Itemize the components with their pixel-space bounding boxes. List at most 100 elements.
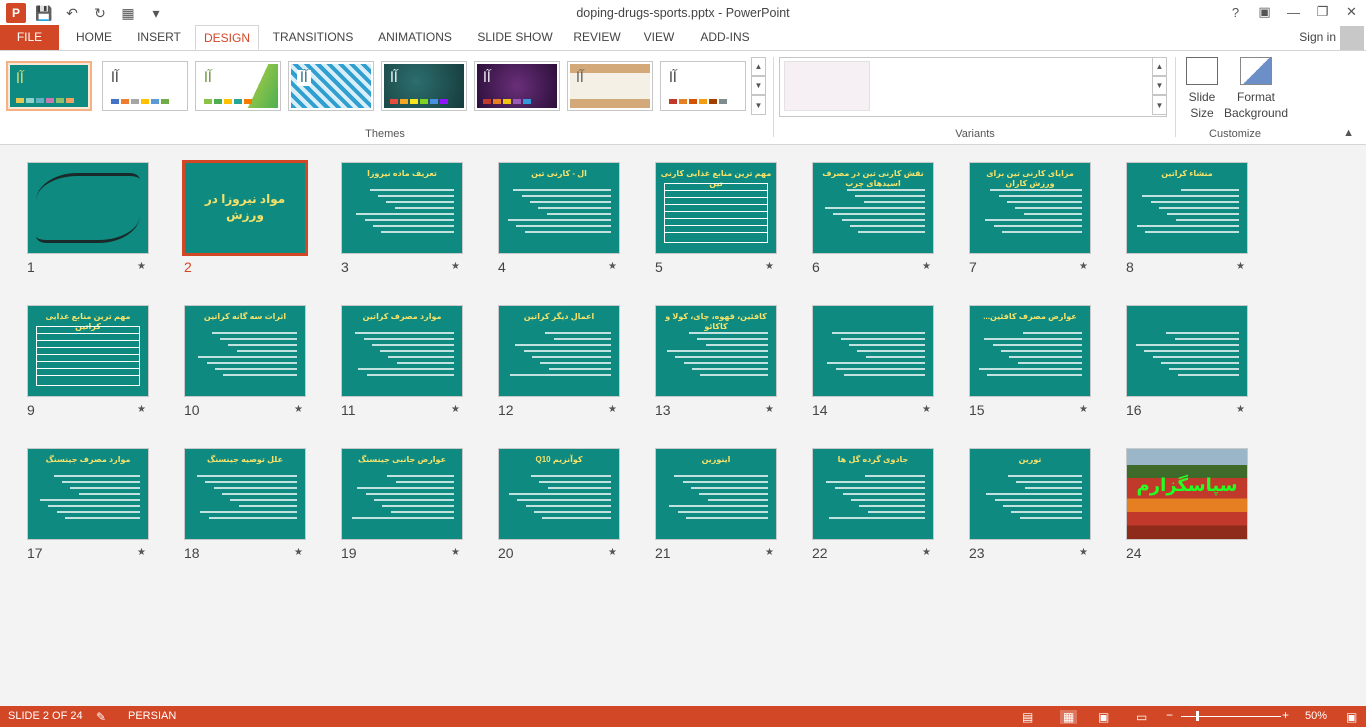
animation-star-icon[interactable]: ★	[294, 547, 303, 558]
slide-thumbnail[interactable]: مهم ترین منابع غذایی کراتین	[27, 305, 149, 397]
tab-transitions[interactable]: TRANSITIONS	[268, 25, 358, 50]
restore-icon[interactable]: ❐	[1308, 0, 1337, 24]
tab-animations[interactable]: ANIMATIONS	[370, 25, 460, 50]
animation-star-icon[interactable]: ★	[922, 404, 931, 415]
slide-thumbnail[interactable]: مزایای کارنی تین برای ورزش کاران	[969, 162, 1091, 254]
animation-star-icon[interactable]: ★	[765, 547, 774, 558]
slide-thumbnail[interactable]: موارد مصرف کراتین	[341, 305, 463, 397]
slide-thumbnail[interactable]: تعریف ماده نیروزا	[341, 162, 463, 254]
slide-thumbnail[interactable]: موارد مصرف جینسنگ	[27, 448, 149, 540]
slide-thumbnail[interactable]	[812, 305, 934, 397]
animation-star-icon[interactable]: ★	[1079, 404, 1088, 415]
animation-star-icon[interactable]: ★	[608, 547, 617, 558]
slide-thumbnail[interactable]: جادوی گرده گل ها	[812, 448, 934, 540]
slide-thumbnail[interactable]: مهم ترین منابع غذایی کارنی تین	[655, 162, 777, 254]
theme-thumb-6[interactable]: آا	[474, 61, 560, 111]
theme-thumb-3[interactable]: آا	[195, 61, 281, 111]
animation-star-icon[interactable]: ★	[765, 261, 774, 272]
help-icon[interactable]: ?	[1221, 0, 1250, 24]
sign-in-link[interactable]: Sign in	[1299, 30, 1336, 44]
slide-thumbnail[interactable]: کوآنزیم Q10	[498, 448, 620, 540]
slide-thumbnail[interactable]: سپاسگزارم	[1126, 448, 1248, 540]
animation-star-icon[interactable]: ★	[608, 404, 617, 415]
animation-star-icon[interactable]: ★	[765, 404, 774, 415]
slide-thumbnail[interactable]: عوارض مصرف کافئین...	[969, 305, 1091, 397]
slide-size-icon	[1186, 57, 1218, 85]
tab-design[interactable]: DESIGN	[195, 25, 259, 50]
tab-add-ins[interactable]: ADD-INS	[693, 25, 757, 50]
tab-view[interactable]: VIEW	[637, 25, 681, 50]
slide-thumbnail[interactable]: ال - کارنی تین	[498, 162, 620, 254]
avatar[interactable]	[1340, 26, 1364, 50]
animation-star-icon[interactable]: ★	[294, 404, 303, 415]
theme-sample-text: آا	[669, 70, 677, 86]
close-icon[interactable]: ✕	[1337, 0, 1366, 24]
tab-insert[interactable]: INSERT	[132, 25, 186, 50]
themes-scroll-up[interactable]: ▲	[751, 57, 766, 76]
slide-thumbnail[interactable]: نقش کارنی تین در مصرف اسیدهای چرب	[812, 162, 934, 254]
variants-more-button[interactable]: ▼	[1152, 95, 1167, 115]
slide-thumbnail[interactable]: کافئین، قهوه، چای، کولا و کاکائو	[655, 305, 777, 397]
slide-thumbnail[interactable]: تورین	[969, 448, 1091, 540]
slide-size-button[interactable]: Slide Size	[1183, 57, 1221, 121]
animation-star-icon[interactable]: ★	[922, 547, 931, 558]
animation-star-icon[interactable]: ★	[137, 547, 146, 558]
theme-thumb-8[interactable]: آا	[660, 61, 746, 111]
zoom-slider-thumb[interactable]	[1196, 711, 1199, 721]
language-indicator[interactable]: PERSIAN	[128, 710, 176, 722]
slide-number: 14	[812, 402, 828, 418]
tab-file[interactable]: FILE	[0, 25, 59, 50]
tab-slide-show[interactable]: SLIDE SHOW	[472, 25, 558, 50]
theme-thumb-4[interactable]: آا	[288, 61, 374, 111]
slide-body	[350, 328, 454, 390]
themes-more-button[interactable]: ▼	[751, 95, 766, 115]
theme-thumb-7[interactable]: آا	[567, 61, 653, 111]
animation-star-icon[interactable]: ★	[1236, 404, 1245, 415]
zoom-out-icon[interactable]: −	[1166, 708, 1173, 722]
zoom-in-icon[interactable]: +	[1282, 708, 1289, 722]
theme-thumb-5[interactable]: آا	[381, 61, 467, 111]
animation-star-icon[interactable]: ★	[1079, 261, 1088, 272]
animation-star-icon[interactable]: ★	[451, 404, 460, 415]
themes-scroll-down[interactable]: ▼	[751, 76, 766, 95]
slide-thumbnail[interactable]: اینوزین	[655, 448, 777, 540]
fit-to-window-icon[interactable]: ▣	[1346, 710, 1357, 724]
animation-star-icon[interactable]: ★	[451, 261, 460, 272]
variant-thumb-1[interactable]	[784, 61, 870, 111]
slide-thumbnail[interactable]: منشاء کراتین	[1126, 162, 1248, 254]
slide-show-view-icon[interactable]: ▭	[1136, 710, 1147, 724]
slide-thumbnail[interactable]: عوارض جانبی جینسنگ	[341, 448, 463, 540]
slide-thumbnail[interactable]	[1126, 305, 1248, 397]
animation-star-icon[interactable]: ★	[1079, 547, 1088, 558]
ribbon-display-options-icon[interactable]: ▣	[1250, 0, 1279, 24]
reading-view-icon[interactable]: ▣	[1098, 710, 1109, 724]
tab-home[interactable]: HOME	[68, 25, 120, 50]
zoom-level[interactable]: 50%	[1305, 710, 1327, 722]
animation-star-icon[interactable]: ★	[608, 261, 617, 272]
animation-star-icon[interactable]: ★	[1236, 261, 1245, 272]
animation-star-icon[interactable]: ★	[137, 261, 146, 272]
tab-review[interactable]: REVIEW	[568, 25, 626, 50]
theme-thumb-1[interactable]: آا	[6, 61, 92, 111]
theme-sample-text: آا	[390, 70, 398, 86]
slide-thumbnail[interactable]: علل توصیه جینسنگ	[184, 448, 306, 540]
normal-view-icon[interactable]: ▤	[1022, 710, 1033, 724]
minimize-icon[interactable]: —	[1279, 0, 1308, 24]
theme-thumb-2[interactable]: آا	[102, 61, 188, 111]
spelling-icon[interactable]: ✎	[96, 710, 106, 724]
slide-thumbnail[interactable]	[27, 162, 149, 254]
slide-thumbnail[interactable]: مواد نیروزا در ورزش	[182, 160, 308, 256]
slide-title: تعریف ماده نیروزا	[367, 169, 437, 178]
window-title: doping-drugs-sports.pptx - PowerPoint	[576, 6, 790, 20]
animation-star-icon[interactable]: ★	[922, 261, 931, 272]
variants-scroll-down[interactable]: ▼	[1152, 76, 1167, 95]
slide-thumbnail[interactable]: اثرات سه گانه کراتین	[184, 305, 306, 397]
format-background-button[interactable]: Format Background	[1222, 57, 1290, 121]
slide-counter[interactable]: SLIDE 2 OF 24	[8, 710, 83, 722]
slide-sorter-view-icon[interactable]: ▦	[1060, 710, 1078, 724]
animation-star-icon[interactable]: ★	[451, 547, 460, 558]
slide-thumbnail[interactable]: اعمال دیگر کراتین	[498, 305, 620, 397]
variants-scroll-up[interactable]: ▲	[1152, 57, 1167, 76]
animation-star-icon[interactable]: ★	[137, 404, 146, 415]
collapse-ribbon-icon[interactable]: ▲	[1343, 127, 1354, 139]
